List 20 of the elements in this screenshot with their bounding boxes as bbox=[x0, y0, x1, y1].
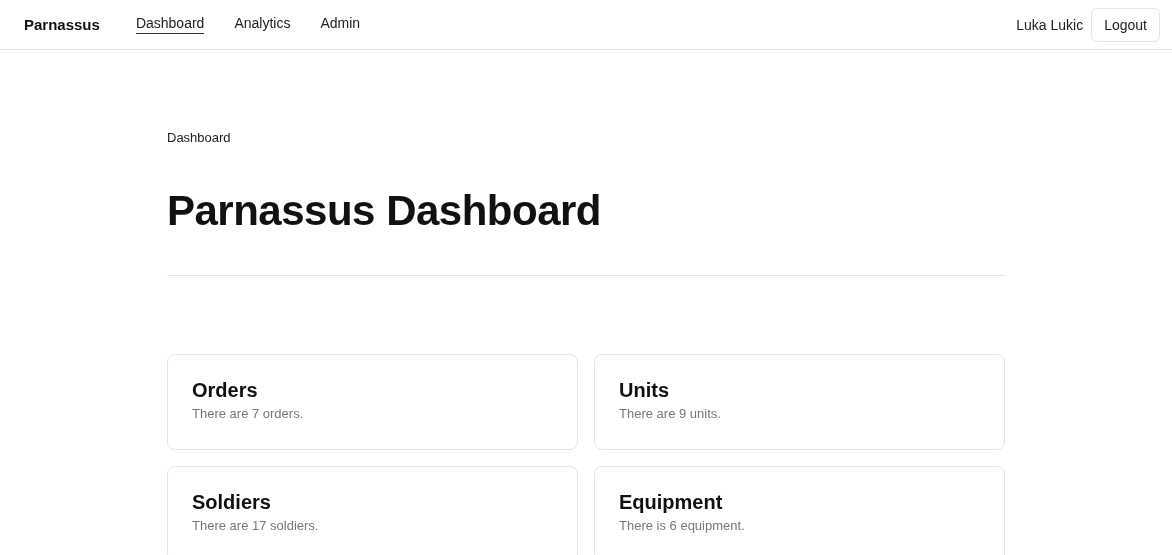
page-title: Parnassus Dashboard bbox=[167, 187, 602, 235]
nav-link[interactable]: Admin bbox=[320, 15, 361, 34]
summary-card[interactable]: Soldiers There are 17 soldiers. bbox=[167, 466, 578, 555]
card-title: Units bbox=[619, 379, 670, 402]
nav-link[interactable]: Analytics bbox=[234, 15, 291, 34]
brand-name: Parnassus bbox=[24, 16, 100, 33]
nav-link[interactable]: Dashboard bbox=[135, 15, 205, 34]
logout-button[interactable]: Logout bbox=[1091, 7, 1160, 42]
card-title: Equipment bbox=[619, 491, 724, 514]
card-description: There are 9 units. bbox=[619, 406, 722, 421]
card-description: There are 7 orders. bbox=[192, 406, 305, 421]
summary-card[interactable]: Equipment There is 6 equipment. bbox=[594, 466, 1005, 555]
card-description: There is 6 equipment. bbox=[619, 518, 746, 533]
card-title: Soldiers bbox=[192, 491, 272, 514]
card-description: There are 17 soldiers. bbox=[192, 518, 320, 533]
summary-card[interactable]: Units There are 9 units. bbox=[594, 354, 1005, 450]
breadcrumb: Dashboard bbox=[167, 130, 232, 145]
summary-card[interactable]: Orders There are 7 orders. bbox=[167, 354, 578, 450]
card-title: Orders bbox=[192, 379, 259, 402]
user-name: Luka Lukic bbox=[1016, 16, 1084, 33]
